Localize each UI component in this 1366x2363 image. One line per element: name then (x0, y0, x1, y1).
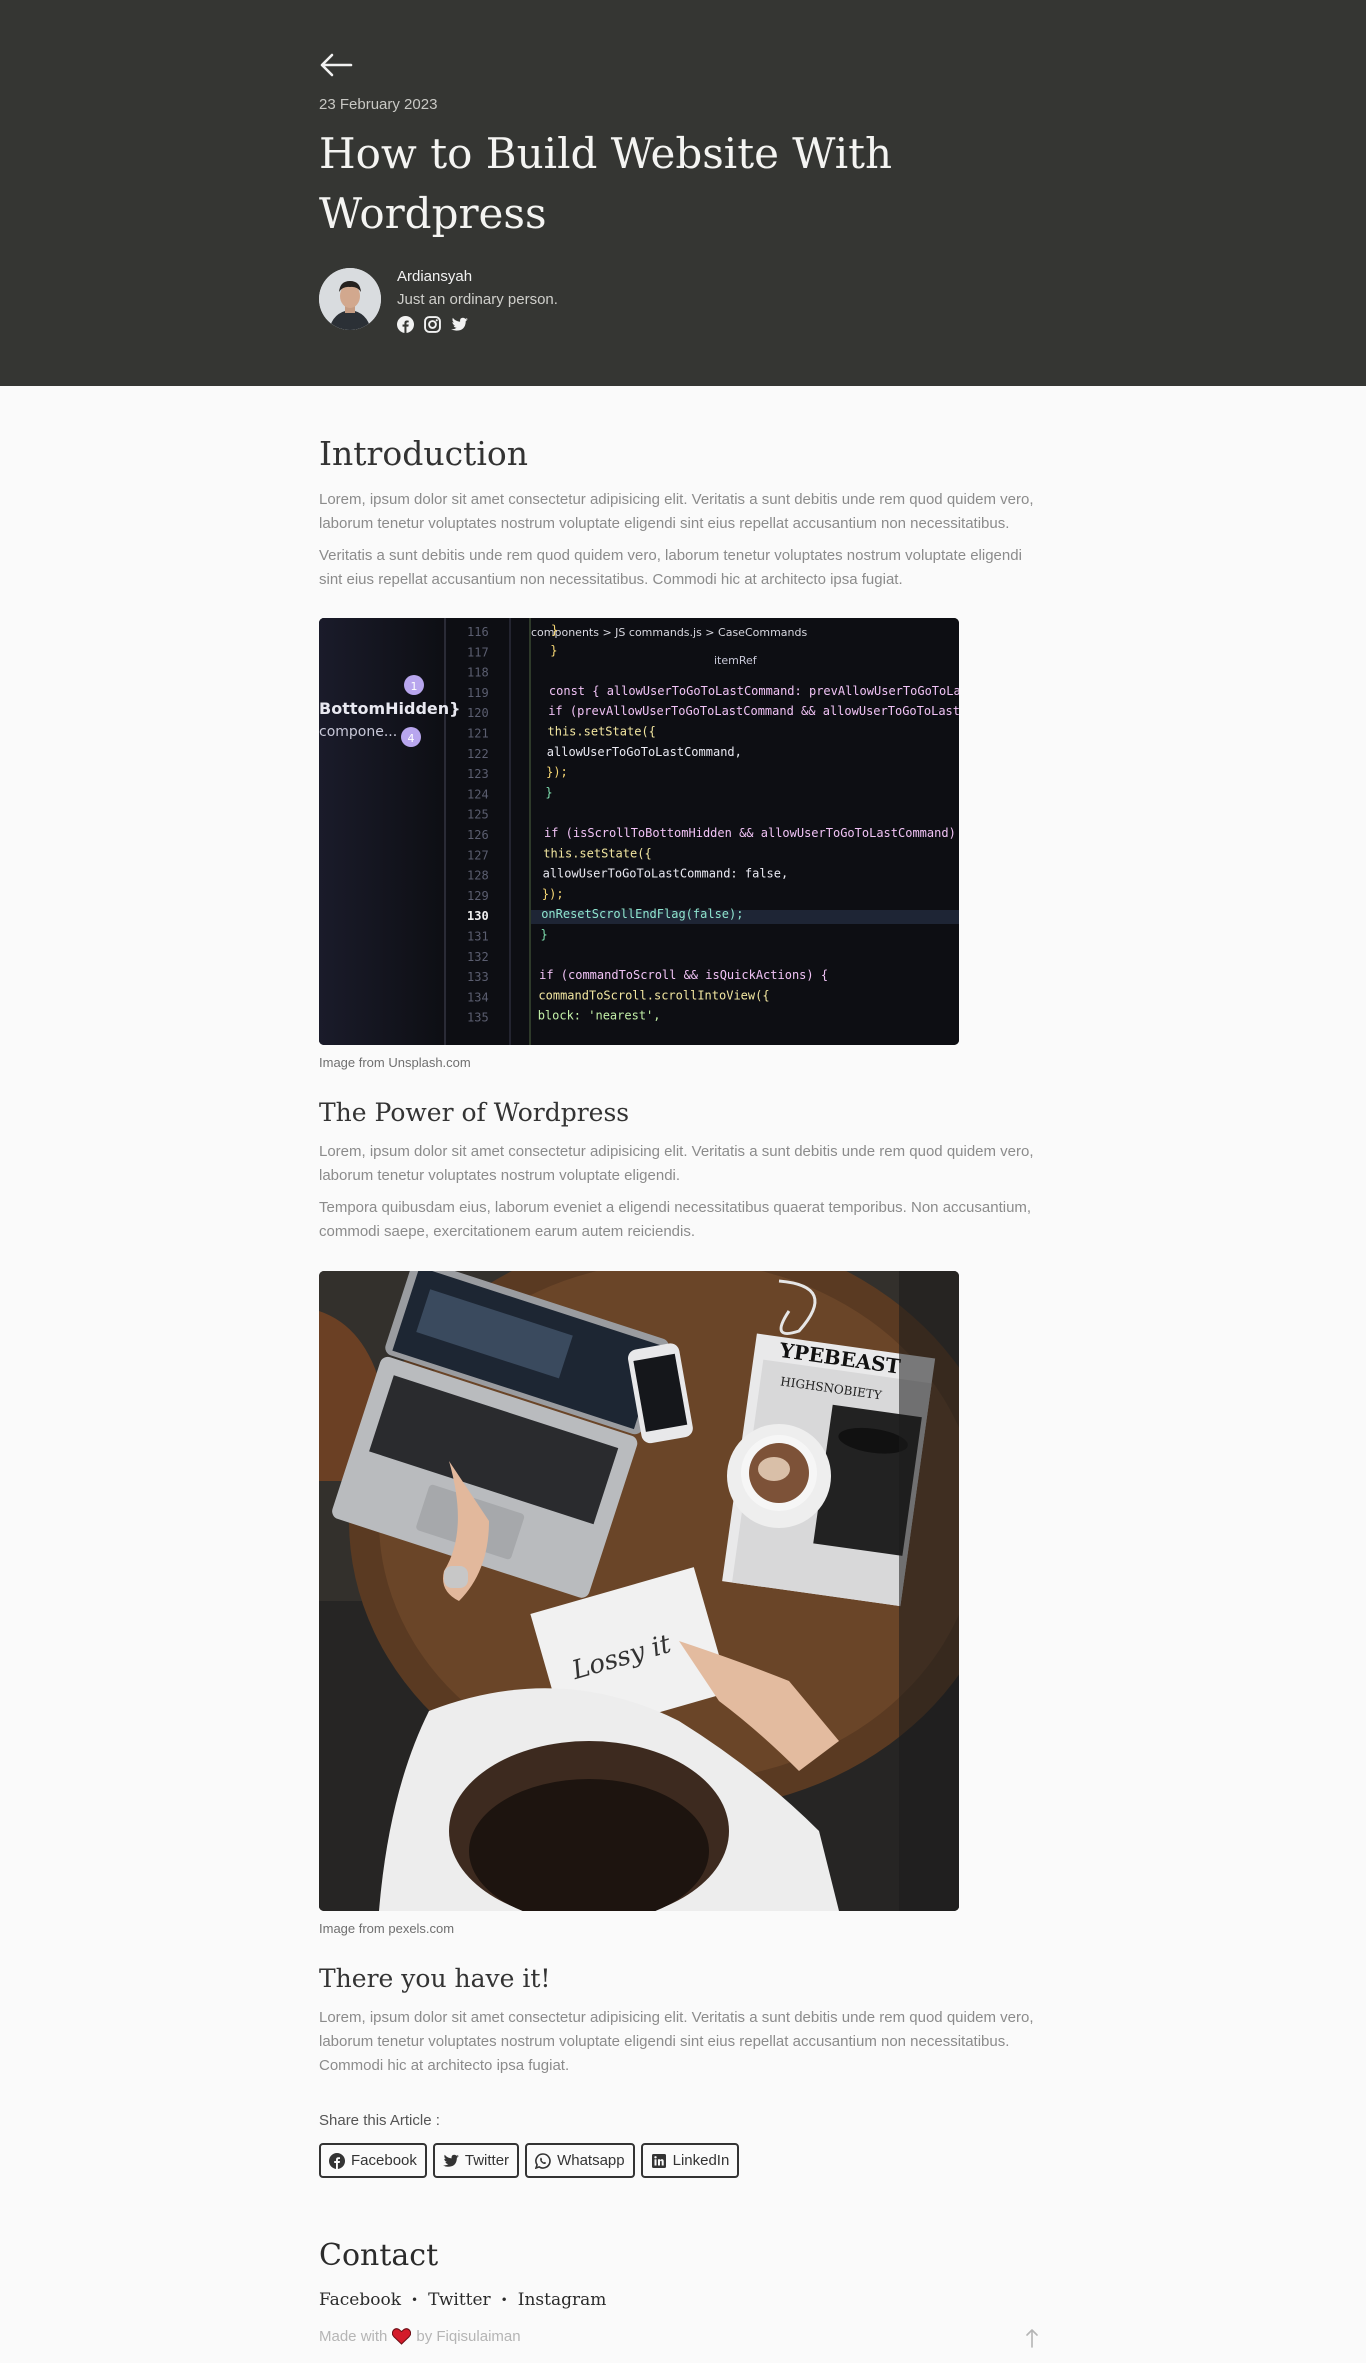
code-line: onResetScrollEndFlag(false); (541, 907, 743, 921)
code-line: if (prevAllowUserToGoToLastCommand && al… (548, 704, 959, 718)
intro-paragraph-1: Lorem, ipsum dolor sit amet consectetur … (319, 491, 1034, 532)
code-line-number: 132 (467, 950, 489, 964)
contact-link-twitter[interactable]: Twitter (428, 2290, 491, 2310)
code-line-number: 120 (467, 706, 489, 720)
svg-text:components > JS commands.js: components > JS commands.js > CaseComman… (531, 626, 807, 639)
svg-text:itemRef: itemRef (714, 654, 758, 667)
code-line-number: 118 (467, 666, 489, 680)
separator-dot: • (411, 2293, 419, 2307)
contact-title: Contact (319, 2238, 439, 2273)
share-whatsapp-button[interactable]: Whatsapp (525, 2143, 635, 2178)
power-paragraph-1: Lorem, ipsum dolor sit amet consectetur … (319, 1143, 1034, 1184)
page-title: How to Build Website With Wordpress (319, 129, 893, 238)
code-line-number: 135 (467, 1011, 489, 1025)
whatsapp-icon (535, 2152, 551, 2169)
avatar (319, 268, 381, 330)
code-line: }); (542, 887, 564, 901)
code-line-number: 126 (467, 828, 489, 842)
code-line-number: 122 (467, 747, 489, 761)
section-heading-outro: There you have it! (319, 1964, 551, 1993)
code-line: } (551, 623, 558, 637)
article-header: 23 February 2023 How to Build Website Wi… (0, 0, 1366, 386)
code-line-number: 130 (467, 909, 489, 923)
code-line: }); (546, 765, 568, 779)
instagram-icon[interactable] (424, 316, 441, 333)
code-line-number: 125 (467, 808, 489, 822)
code-line: commandToScroll.scrollIntoView({ (538, 988, 769, 1002)
intro-paragraph-2: Veritatis a sunt debitis unde rem quod q… (319, 547, 1022, 588)
contact-link-facebook[interactable]: Facebook (319, 2290, 401, 2310)
code-line-number: 127 (467, 848, 489, 862)
contact-link-instagram[interactable]: Instagram (518, 2290, 607, 2310)
outro-paragraph: Lorem, ipsum dolor sit amet consectetur … (319, 2009, 1034, 2074)
share-label: Share this Article : (319, 2112, 440, 2129)
arrow-up-icon[interactable] (1025, 2328, 1039, 2348)
share-linkedin-button[interactable]: LinkedIn (640, 2143, 740, 2178)
section-heading-power: The Power of Wordpress (319, 1098, 630, 1127)
share-whatsapp-label: Whatsapp (557, 2152, 625, 2169)
code-line-number: 117 (467, 645, 489, 659)
desk-photo-image: YPEBEAST HIGHSNOBIETY Lossy it (319, 1271, 959, 1911)
code-line: const { allowUserToGoToLastCommand: prev… (549, 684, 959, 698)
heart-icon (392, 2328, 412, 2345)
contact-links: Facebook • Twitter • Instagram (319, 2290, 606, 2310)
image-caption-pexels: Image from pexels.com (319, 1921, 455, 1936)
code-line: this.setState({ (548, 725, 656, 739)
facebook-icon[interactable] (397, 316, 414, 333)
separator-dot: • (500, 2293, 508, 2307)
share-twitter-label: Twitter (464, 2152, 510, 2169)
share-twitter-button[interactable]: Twitter (432, 2143, 520, 2178)
share-facebook-button[interactable]: Facebook (319, 2143, 427, 2178)
code-line-number: 131 (467, 930, 489, 944)
share-buttons: Facebook Twitter Whatsapp LinkedIn (319, 2143, 740, 2178)
code-line: if (isScrollToBottomHidden && allowUserT… (544, 826, 959, 840)
code-line: } (545, 785, 552, 799)
code-line: allowUserToGoToLastCommand: false, (543, 867, 789, 881)
code-line: if (commandToScroll && isQuickActions) { (539, 968, 828, 982)
code-line: this.setState({ (543, 846, 651, 860)
share-facebook-label: Facebook (351, 2152, 417, 2169)
code-line-number: 134 (467, 990, 489, 1004)
made-with-prefix: Made with (319, 2328, 388, 2345)
code-line-number: 128 (467, 869, 489, 883)
section-heading-introduction: Introduction (319, 434, 528, 473)
code-line-number: 123 (467, 767, 489, 781)
author-bio: Just an ordinary person. (397, 291, 558, 308)
arrow-left-icon[interactable] (319, 52, 353, 78)
code-line-number: 121 (467, 727, 489, 741)
made-with-suffix: by Fiqisulaiman (416, 2328, 521, 2345)
code-line: } (550, 643, 557, 657)
facebook-icon (329, 2152, 345, 2169)
author-socials (397, 316, 558, 333)
code-line: block: 'nearest', (538, 1009, 661, 1023)
image-caption-unsplash: Image from Unsplash.com (319, 1055, 471, 1070)
code-line-number: 133 (467, 970, 489, 984)
code-line-number: 124 (467, 787, 489, 801)
made-with-credit: Made with by Fiqisulaiman (319, 2328, 521, 2345)
code-line: allowUserToGoToLastCommand, (547, 745, 742, 759)
share-linkedin-label: LinkedIn (672, 2152, 730, 2169)
power-paragraph-2: Tempora quibusdam eius, laborum eveniet … (319, 1199, 1032, 1240)
twitter-icon (442, 2154, 459, 2167)
author-card: Ardiansyah Just an ordinary person. (319, 268, 558, 333)
twitter-icon[interactable] (451, 316, 468, 333)
svg-text:4: 4 (408, 732, 415, 745)
code-line-number: 116 (467, 625, 489, 639)
author-name: Ardiansyah (397, 268, 473, 285)
code-screenshot-image: 1 4 BottomHidden} compone... components … (319, 618, 959, 1045)
code-line-number: 129 (467, 889, 489, 903)
svg-text:compone...: compone... (319, 724, 397, 740)
svg-text:1: 1 (411, 680, 418, 693)
publish-date: 23 February 2023 (319, 96, 438, 113)
code-line: } (541, 928, 548, 942)
code-line-number: 119 (467, 686, 489, 700)
linkedin-icon (651, 2153, 666, 2168)
code-side-label: BottomHidden} (319, 699, 461, 718)
